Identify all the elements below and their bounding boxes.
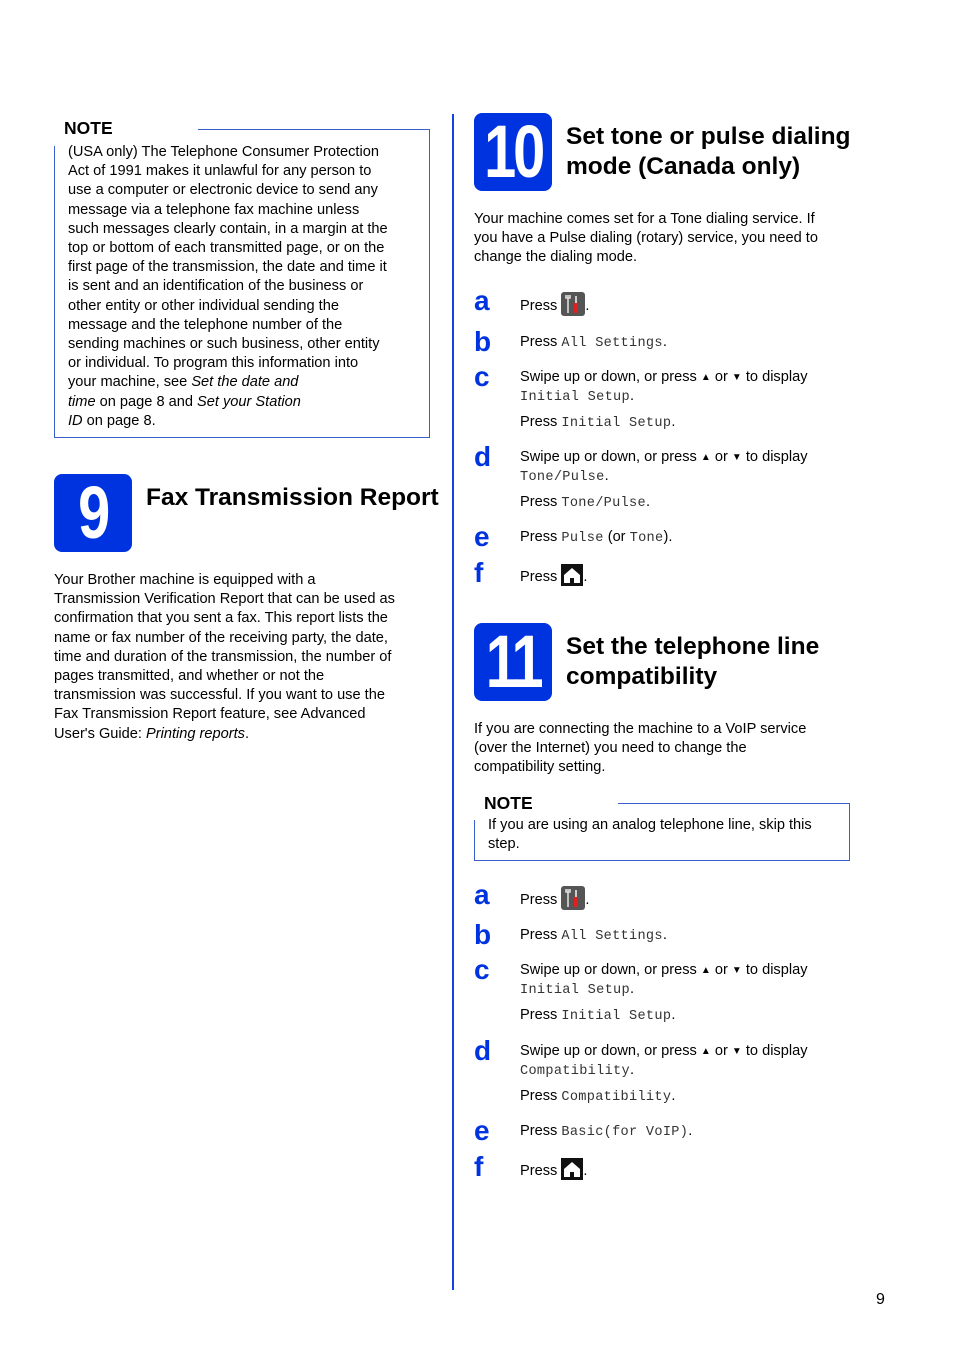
step-letter: e	[474, 1115, 490, 1146]
down-arrow-icon: ▼	[731, 452, 742, 463]
note-border-right	[429, 129, 430, 438]
section-intro: If you are connecting the machine to a V…	[474, 721, 807, 776]
note-title: NOTE	[64, 118, 113, 138]
step-letter: f	[474, 557, 484, 588]
step-letter: e	[474, 521, 490, 552]
note-border-bottom	[54, 437, 430, 438]
step-letter: a	[474, 285, 490, 316]
note-line: time on page 8 and Set your Station	[68, 393, 301, 410]
note-line: such messages clearly contain, in a marg…	[68, 220, 388, 237]
menu-option-compatibility[interactable]: Compatibility	[561, 1090, 671, 1105]
menu-option-tone-pulse[interactable]: Tone/Pulse	[561, 496, 646, 511]
down-arrow-icon: ▼	[731, 1046, 742, 1057]
step-letter: b	[474, 326, 492, 357]
step-number-badge: 11	[474, 623, 552, 701]
step-number-badge: 9	[54, 474, 132, 552]
up-arrow-icon: ▲	[700, 372, 711, 383]
note-body: If you are using an analog telephone lin…	[488, 817, 812, 853]
note-line: sending machines or such business, other…	[68, 336, 380, 353]
link-printing-reports[interactable]: Printing reports	[146, 726, 245, 742]
note-border-bottom	[474, 860, 850, 861]
section-title: Set the telephone line compatibility	[566, 633, 820, 690]
step-letter: a	[474, 879, 490, 910]
step-letter: d	[474, 1035, 492, 1066]
note-line: (USA only) The Telephone Consumer Protec…	[68, 144, 379, 160]
note-line: Act of 1991 makes it unlawful for any pe…	[68, 163, 372, 180]
note-border-left	[54, 146, 55, 438]
section-intro: Your machine comes set for a Tone dialin…	[474, 211, 818, 266]
column-divider	[452, 114, 454, 1290]
note-line: ID on page 8.	[68, 412, 156, 429]
section-body: Your Brother machine is equipped with a …	[54, 572, 395, 742]
up-arrow-icon: ▲	[700, 452, 711, 463]
link-set-date-time[interactable]: time	[68, 394, 96, 410]
step-letter: d	[474, 441, 492, 472]
step-letter: c	[474, 361, 490, 392]
menu-option-initial-setup[interactable]: Initial Setup	[561, 1009, 671, 1024]
note-line: first page of the transmission, the date…	[68, 259, 387, 276]
up-arrow-icon: ▲	[700, 1046, 711, 1057]
up-arrow-icon: ▲	[700, 965, 711, 976]
note-line: top or bottom of each transmitted page, …	[68, 240, 385, 257]
note-line: message and the telephone number of the	[68, 316, 343, 333]
step-letter: f	[474, 1151, 484, 1182]
menu-option-all-settings[interactable]: All Settings	[561, 336, 663, 351]
down-arrow-icon: ▼	[731, 965, 742, 976]
down-arrow-icon: ▼	[731, 372, 742, 383]
settings-tools-icon[interactable]	[561, 886, 586, 910]
link-set-station-id[interactable]: Set your Station	[197, 394, 301, 410]
page-number: 9	[876, 1291, 885, 1308]
menu-option-all-settings[interactable]: All Settings	[561, 929, 663, 944]
step-letter: c	[474, 954, 490, 985]
menu-option-tone[interactable]: Tone	[630, 531, 664, 546]
step-letter: b	[474, 919, 492, 950]
note-line: message via a telephone fax machine unle…	[68, 201, 360, 218]
note-line: or individual. To program this informati…	[68, 355, 359, 372]
home-icon[interactable]	[561, 564, 584, 586]
note-line: other entity or other individual sending…	[68, 297, 339, 314]
step-number-badge: 10	[474, 113, 552, 191]
menu-option-basic-voip[interactable]: Basic(for VoIP)	[561, 1125, 688, 1140]
note-title: NOTE	[484, 793, 533, 813]
note-border-right	[849, 803, 850, 861]
note-border-left	[474, 820, 475, 861]
menu-option-pulse[interactable]: Pulse	[561, 531, 603, 546]
note-line: use a computer or electronic device to s…	[68, 182, 378, 199]
link-set-station-id[interactable]: ID	[68, 413, 83, 429]
settings-tools-icon[interactable]	[561, 292, 586, 316]
section-title: Set tone or pulse dialing mode (Canada o…	[566, 123, 851, 180]
note-body: (USA only) The Telephone Consumer Protec…	[68, 143, 428, 431]
menu-option-initial-setup[interactable]: Initial Setup	[561, 416, 671, 431]
note-line: your machine, see Set the date and	[68, 374, 299, 391]
note-border-top	[618, 803, 850, 804]
section-title: Fax Transmission Report	[146, 484, 439, 511]
note-border-top	[198, 129, 430, 130]
link-set-date-time[interactable]: Set the date and	[191, 374, 298, 390]
note-line: is sent and an identification of the bus…	[68, 278, 364, 295]
home-icon[interactable]	[561, 1158, 584, 1180]
